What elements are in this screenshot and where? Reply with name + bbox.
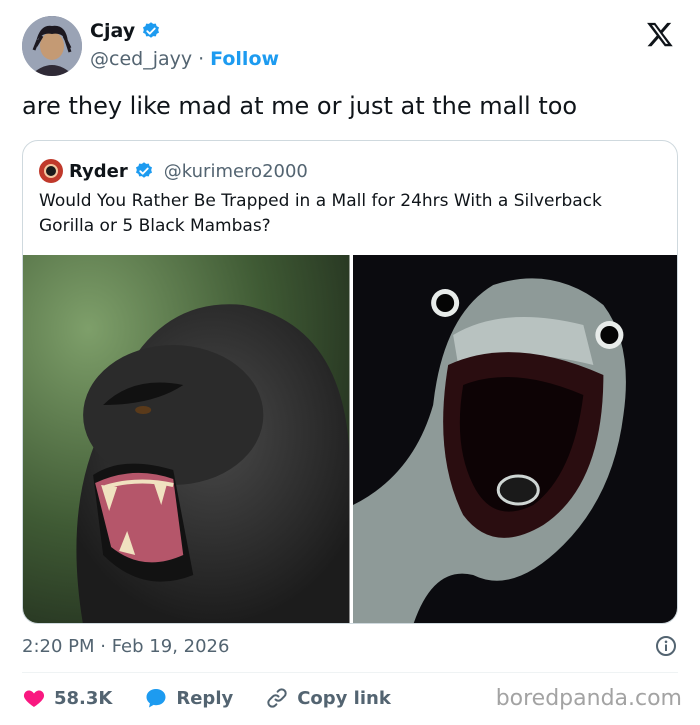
copy-link-button[interactable]: Copy link (265, 686, 391, 710)
like-count: 58.3K (54, 687, 113, 709)
author-avatar[interactable] (22, 16, 82, 76)
black-mamba-photo[interactable] (352, 255, 677, 623)
quoted-author-avatar[interactable] (39, 159, 63, 183)
heart-icon (23, 690, 45, 707)
reply-button[interactable]: Reply (144, 686, 233, 710)
author-handle[interactable]: @ced_jayy (90, 48, 192, 70)
quoted-tweet-text: Would You Rather Be Trapped in a Mall fo… (39, 191, 602, 236)
gorilla-photo[interactable] (23, 255, 350, 623)
like-button[interactable]: 58.3K (22, 686, 112, 710)
quoted-avatar-figure (44, 164, 58, 178)
link-icon (267, 688, 287, 708)
author-name-row: Cjay (90, 20, 161, 42)
reply-bubble-icon (146, 689, 166, 708)
tweet-actions: 58.3K Reply Copy link (22, 686, 423, 710)
quoted-tweet-header: Ryder @kurimero2000 (39, 159, 308, 183)
boredpanda-watermark: boredpanda.com (495, 686, 682, 711)
tweet-timestamp[interactable]: 2:20 PM · Feb 19, 2026 (22, 636, 229, 657)
verified-badge-icon (143, 22, 160, 38)
quoted-tweet-card[interactable]: Ryder @kurimero2000 Would You Rather Be … (22, 140, 678, 624)
avatar-illustration (22, 16, 82, 76)
black-mamba-illustration (352, 255, 677, 623)
quoted-author-name[interactable]: Ryder (69, 161, 128, 182)
quoted-verified-badge-icon (135, 162, 152, 178)
quoted-author-handle[interactable]: @kurimero2000 (164, 161, 308, 182)
divider (22, 672, 678, 673)
copy-link-label: Copy link (297, 687, 391, 709)
author-handle-row: @ced_jayy · Follow (90, 48, 279, 70)
author-display-name[interactable]: Cjay (90, 20, 135, 42)
x-logo-icon[interactable] (646, 20, 674, 48)
gorilla-illustration (23, 255, 350, 623)
follow-button[interactable]: Follow (210, 48, 279, 70)
reply-label: Reply (176, 687, 234, 709)
tweet-text: are they like mad at me or just at the m… (22, 92, 578, 120)
handle-separator: · (198, 48, 205, 70)
quoted-tweet-media (23, 255, 677, 623)
tweet-header: Cjay @ced_jayy · Follow (22, 16, 678, 78)
info-icon[interactable] (654, 634, 678, 658)
